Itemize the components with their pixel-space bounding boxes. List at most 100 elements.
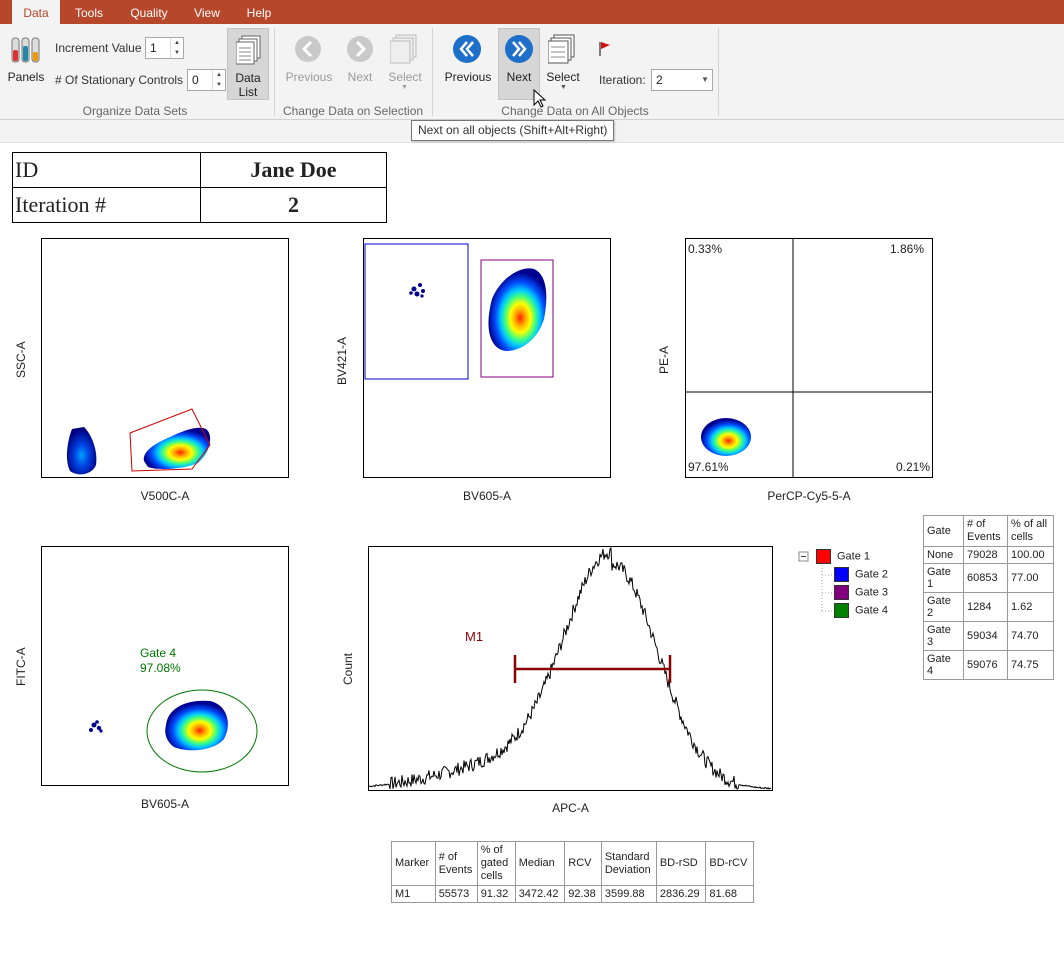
id-value: Jane Doe [200, 152, 387, 188]
previous-selection-label[interactable]: Previous [282, 70, 336, 84]
plot-ssc-v500c-xlabel: V500C-A [140, 489, 190, 503]
iteration-select[interactable]: 2 ▼ [651, 69, 713, 91]
plot-apc-histogram[interactable]: M1 [368, 546, 773, 791]
select-selection-label[interactable]: Select [384, 70, 426, 84]
ribbon-separator [432, 28, 433, 116]
table-cell: 3599.88 [600, 885, 657, 903]
chevron-down-icon: ▼ [701, 75, 709, 84]
table-cell: M1 [391, 885, 436, 903]
table-cell: 59034 [963, 621, 1008, 651]
gate-tree-item[interactable]: Gate 1 [816, 549, 870, 564]
gate-tree-item[interactable]: Gate 2 [834, 567, 888, 582]
table-cell: 81.68 [705, 885, 754, 903]
gate-tree-item[interactable]: Gate 4 [834, 603, 888, 618]
plot-pe-percp-ylabel: PE-A [657, 345, 671, 374]
gate-tree-item[interactable]: Gate 3 [834, 585, 888, 600]
plot-apc-histogram-canvas [369, 547, 772, 790]
table-cell: 1284 [963, 592, 1008, 622]
plot-ssc-v500c-ylabel: SSC-A [14, 341, 28, 378]
table-cell: 74.70 [1007, 621, 1054, 651]
dropdown-arrow-icon: ▼ [401, 84, 408, 91]
tooltip: Next on all objects (Shift+Alt+Right) [411, 120, 615, 141]
menu-quality[interactable]: Quality [120, 0, 178, 24]
spin-arrows-icon[interactable]: ▲ ▼ [212, 70, 225, 90]
id-table: ID Jane Doe Iteration # 2 [12, 152, 387, 223]
data-list-label-1: Data [235, 71, 261, 85]
next-all-icon [505, 35, 533, 63]
plot-apc-histogram-xlabel: APC-A [552, 801, 589, 815]
gate4-pct-label: 97.08% [140, 661, 181, 675]
ribbon: Panels Increment Value 1 ▲ ▼ # Of Station… [0, 24, 1064, 120]
marker-col-header: Marker [391, 841, 436, 886]
table-cell: 100.00 [1007, 546, 1054, 564]
table-row: M1 55573 91.32 3472.42 92.38 3599.88 283… [391, 885, 754, 903]
select-all-icon[interactable] [548, 34, 578, 66]
data-list-button[interactable]: Data List [227, 28, 269, 100]
quadrant-lr-label: 0.21% [895, 460, 930, 474]
table-cell: Gate 4 [923, 650, 964, 680]
table-cell: 59076 [963, 650, 1008, 680]
plot-ssc-v500c-canvas [66, 408, 211, 475]
plot-pe-percp-xlabel: PerCP-Cy5-5-A [767, 489, 851, 503]
previous-all-icon[interactable] [452, 34, 482, 64]
table-cell: Gate 1 [923, 563, 964, 593]
events-col-header: # of Events [434, 841, 478, 886]
bd-rsd-col-header: BD-rSD [655, 841, 707, 886]
stationary-input[interactable]: 0 ▲ ▼ [187, 69, 226, 91]
sd-col-header: Standard Deviation [600, 841, 657, 886]
increment-label: Increment Value [55, 41, 142, 55]
menu-tools[interactable]: Tools [64, 0, 114, 24]
group-organize-label: Organize Data Sets [82, 104, 188, 118]
plot-fitc-bv605[interactable]: Gate 4 97.08% [41, 546, 289, 786]
iteration-row-label: Iteration # [12, 187, 201, 223]
pct-all-col-header: % of all cells [1007, 515, 1054, 547]
next-all-label: Next [506, 70, 532, 84]
table-cell: 79028 [963, 546, 1008, 564]
ribbon-separator [718, 28, 719, 116]
panels-label: Panels [7, 70, 45, 84]
select-selection-icon[interactable] [390, 34, 420, 66]
iteration-row-value: 2 [200, 187, 387, 223]
table-cell: 2836.29 [655, 885, 707, 903]
menu-help[interactable]: Help [236, 0, 282, 24]
gate3-label: Gate 3 [855, 586, 889, 599]
events-col-header: # of Events [963, 515, 1008, 547]
plot-bv421-bv605[interactable] [363, 238, 611, 478]
gate4-label: Gate 4 [855, 604, 889, 617]
plot-bv421-bv605-xlabel: BV605-A [462, 489, 512, 503]
plot-ssc-v500c[interactable] [41, 238, 289, 478]
group-change-all-label: Change Data on All Objects [501, 104, 649, 118]
iteration-label: Iteration: [599, 73, 646, 87]
previous-selection-icon[interactable] [294, 35, 322, 63]
table-row: Gate 1 60853 77.00 [923, 563, 1054, 593]
table-cell: None [923, 546, 964, 564]
mouse-cursor-icon [533, 89, 547, 108]
flag-icon[interactable] [598, 41, 612, 57]
previous-all-label[interactable]: Previous [442, 70, 494, 84]
next-selection-label[interactable]: Next [340, 70, 380, 84]
table-cell: 74.75 [1007, 650, 1054, 680]
gate-stats-table: Gate # of Events % of all cells None 7902… [923, 515, 1054, 680]
marker-m1-label: M1 [465, 629, 484, 644]
rcv-col-header: RCV [564, 841, 602, 886]
table-row: Gate 4 59076 74.75 [923, 650, 1054, 680]
table-row: Gate 3 59034 74.70 [923, 621, 1054, 651]
stationary-label: # Of Stationary Controls [55, 73, 184, 87]
panels-icon[interactable] [10, 32, 42, 66]
increment-input[interactable]: 1 ▲ ▼ [145, 37, 184, 59]
id-label: ID [12, 152, 201, 188]
select-all-label[interactable]: Select [542, 70, 584, 84]
plot-pe-percp[interactable]: 0.33% 1.86% 97.61% 0.21% [685, 238, 933, 478]
plot-bv421-bv605-canvas [364, 243, 554, 380]
bd-rcv-col-header: BD-rCV [705, 841, 754, 886]
gate4-swatch [834, 603, 849, 618]
table-cell: 60853 [963, 563, 1008, 593]
next-selection-icon[interactable] [346, 35, 374, 63]
table-cell: 77.00 [1007, 563, 1054, 593]
table-row: None 79028 100.00 [923, 546, 1054, 564]
stationary-value: 0 [192, 73, 199, 87]
spin-arrows-icon[interactable]: ▲ ▼ [170, 38, 183, 58]
menu-view[interactable]: View [184, 0, 230, 24]
table-row: Gate 2 1284 1.62 [923, 592, 1054, 622]
menu-data[interactable]: Data [12, 0, 60, 24]
